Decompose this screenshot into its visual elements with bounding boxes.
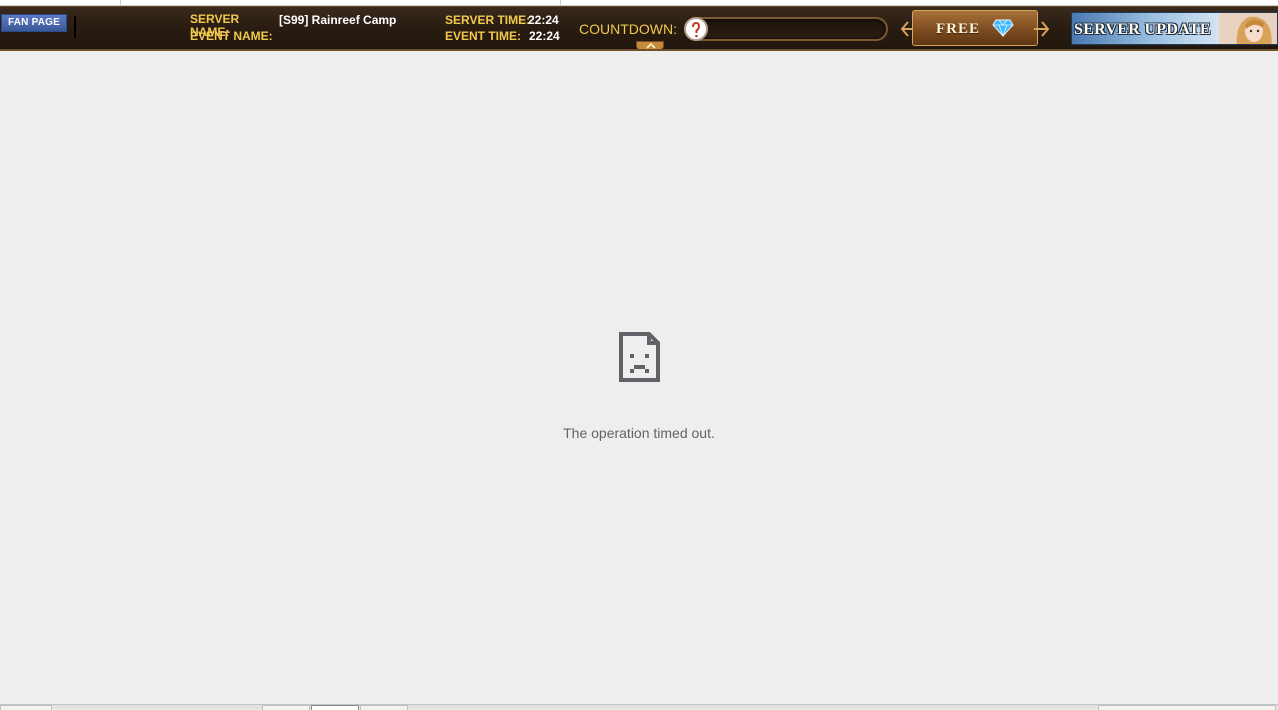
error-message: The operation timed out. [563,425,715,441]
sad-page-icon [619,332,660,382]
bottom-tab[interactable] [0,705,52,710]
event-time-value: 22:24 [529,29,560,43]
character-portrait-icon [1219,13,1277,44]
server-time-label: SERVER TIME: [445,13,531,27]
event-time-label: EVENT TIME: [445,29,522,43]
tab-separator [120,0,121,5]
server-update-label: SERVER UPDATE [1074,21,1211,38]
bottom-tab[interactable] [311,705,359,710]
bottom-tab[interactable] [360,705,408,710]
chevron-up-icon [646,43,656,49]
event-name-label: EVENT NAME: [190,29,273,43]
divider [74,16,76,38]
free-label: FREE [936,21,981,37]
tab-separator [560,0,561,5]
bottom-scrollbar-area [0,704,1278,710]
countdown-label: COUNTDOWN: [579,21,677,37]
server-time-value: 22:24 [528,13,559,27]
bottom-tab[interactable] [262,705,310,710]
question-icon [692,22,701,38]
diamond-icon [992,19,1014,37]
free-gems-button[interactable]: FREE [912,10,1038,46]
bottom-tab[interactable] [1098,705,1276,710]
fan-page-button[interactable]: FAN PAGE [1,14,67,32]
right-ornament-icon [1034,21,1050,37]
server-name-value: [S99] Rainreef Camp [279,13,397,27]
countdown-progress-bar [686,17,888,41]
collapse-toggle[interactable] [636,41,664,50]
countdown-help-button[interactable] [684,17,708,41]
server-update-banner[interactable]: SERVER UPDATE [1071,12,1278,45]
